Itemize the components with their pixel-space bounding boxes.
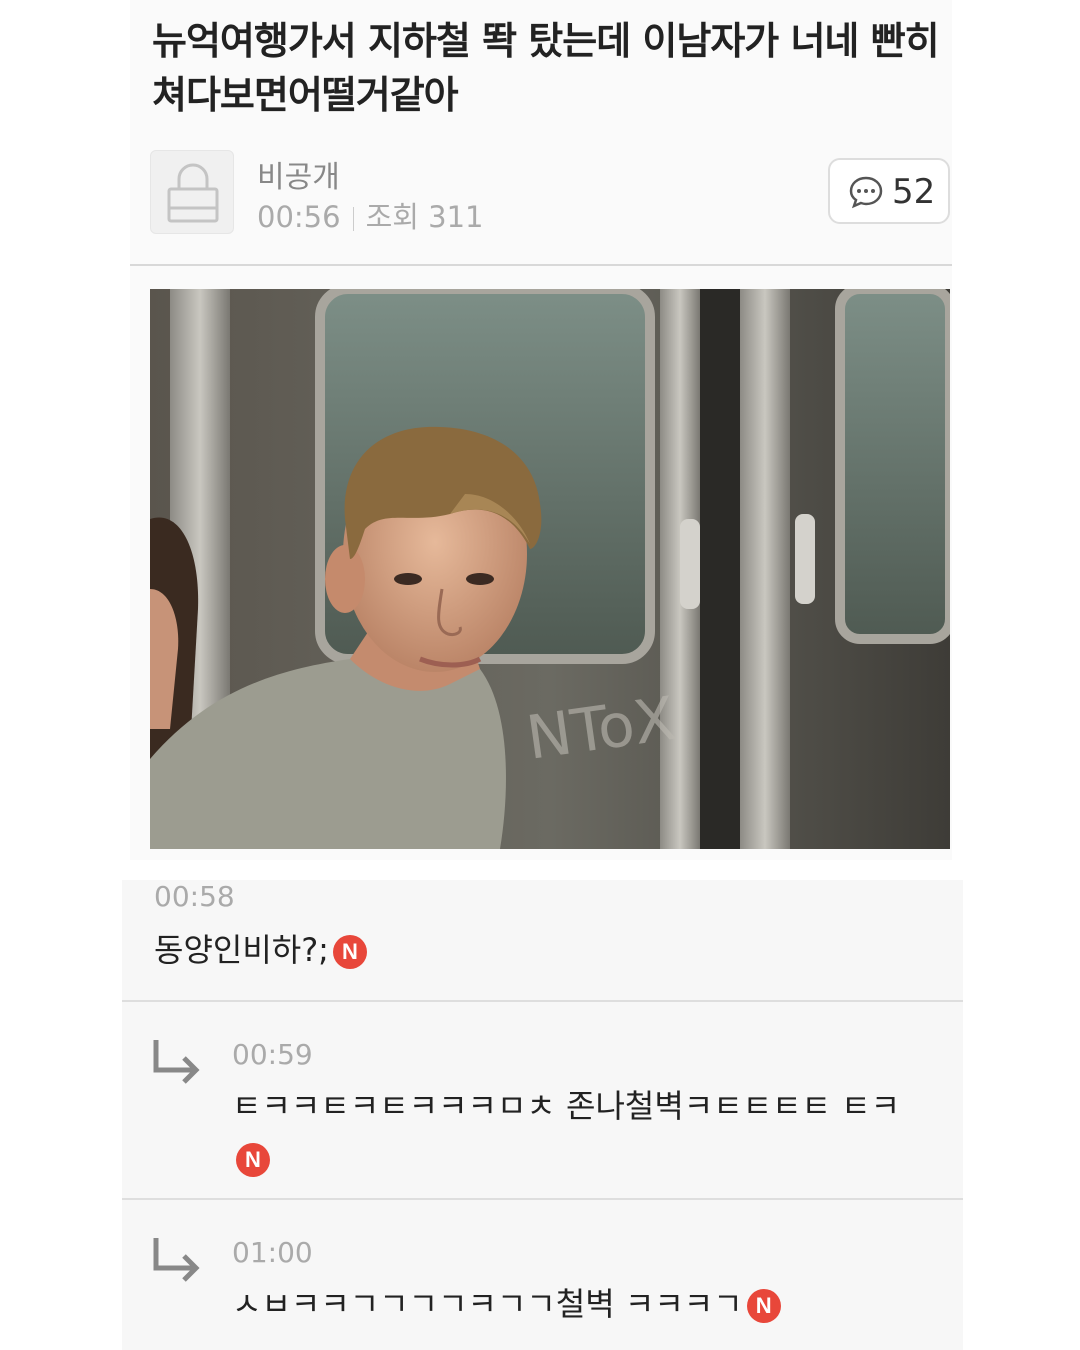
reply-arrow-icon (153, 1238, 200, 1282)
post-photo[interactable]: NToX (150, 289, 950, 849)
comment-body: 동양인비하?; N (154, 924, 934, 976)
comment-count: 52 (892, 172, 936, 212)
divider (130, 264, 952, 266)
post-title: 뉴억여행가서 지하철 똭 탔는데 이남자가 너네 빤히쳐다보면어떨거같아 (152, 19, 940, 117)
speech-bubble-icon (849, 176, 883, 209)
new-badge: N (236, 1143, 270, 1177)
comment-text: 동양인비하?; (154, 931, 329, 969)
reply-text: ㅅㅂㅋㅋㄱㄱㄱㄱㅋㄱㄱ철벽 ㅋㅋㅋㄱ (232, 1285, 743, 1323)
new-badge: N (746, 1289, 781, 1323)
reply-text: ㅌㅋㅋㅌㅋㅌㅋㅋㅋㅁㅊ 존나철벽ㅋㅌㅌㅌㅌ ㅌㅋ (232, 1087, 901, 1125)
reply-item[interactable]: 01:00 ㅅㅂㅋㅋㄱㄱㄱㄱㅋㄱㄱ철벽 ㅋㅋㅋㄱ N (122, 1200, 963, 1350)
post-time: 00:56 (257, 200, 341, 234)
author-name: 비공개 (257, 160, 340, 195)
reply-body: ㅌㅋㅋㅌㅋㅌㅋㅋㅋㅁㅊ 존나철벽ㅋㅌㅌㅌㅌ ㅌㅋ N (232, 1080, 912, 1184)
comment-time: 00:58 (154, 880, 235, 913)
new-badge: N (332, 935, 367, 969)
post-submeta: 00:56 조회 311 (257, 194, 484, 236)
photo-illustration: NToX (150, 289, 950, 849)
reply-time: 01:00 (232, 1236, 313, 1269)
comment-list: 00:58 동양인비하?; N 00:59 ㅌㅋㅋㅌㅋㅌㅋㅋㅋㅁㅊ 존나철벽ㅋㅌㅌ… (122, 880, 963, 1350)
meta-separator (352, 207, 354, 231)
comment-count-button[interactable]: 52 (828, 158, 950, 224)
reply-time: 00:59 (232, 1038, 313, 1071)
reply-arrow-icon (153, 1040, 200, 1084)
lock-icon (167, 163, 219, 223)
comment-item[interactable]: 00:58 동양인비하?; N (122, 880, 963, 1000)
reply-item[interactable]: 00:59 ㅌㅋㅋㅌㅋㅌㅋㅋㅋㅁㅊ 존나철벽ㅋㅌㅌㅌㅌ ㅌㅋ N (122, 1002, 963, 1198)
avatar[interactable] (150, 150, 234, 234)
reply-body: ㅅㅂㅋㅋㄱㄱㄱㄱㅋㄱㄱ철벽 ㅋㅋㅋㄱ N (232, 1278, 932, 1330)
view-count: 조회 311 (365, 200, 484, 234)
post-meta: 비공개 00:56 조회 311 52 (150, 150, 950, 236)
